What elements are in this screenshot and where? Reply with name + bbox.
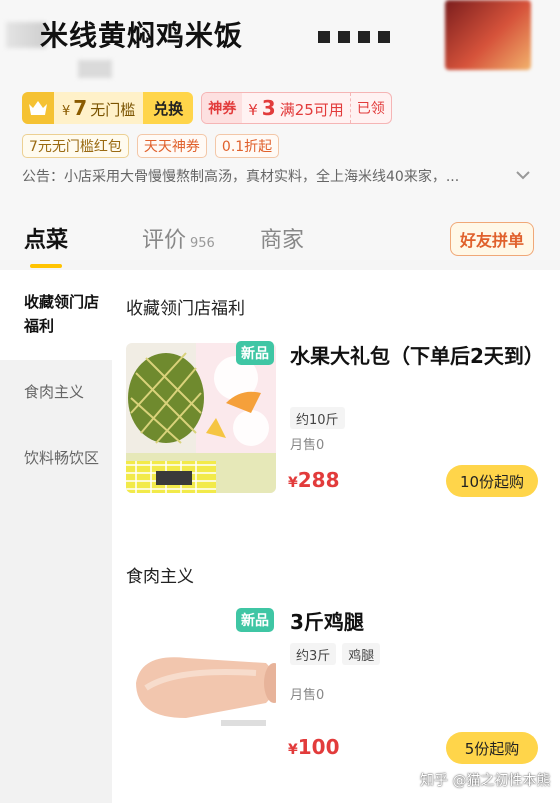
price-value: 100 [297, 735, 340, 759]
promo-tag[interactable]: 7元无门槛红包 [22, 134, 129, 158]
promo-tags: 7元无门槛红包 天天神券 0.1折起 [22, 134, 280, 158]
product-name[interactable]: 水果大礼包（下单后2天到） [290, 342, 544, 371]
product-specs: 约10斤 [290, 407, 345, 429]
sidebar-item-meat[interactable]: 食肉主义 [24, 380, 104, 404]
monthly-sales: 月售0 [290, 438, 325, 453]
product-name[interactable]: 3斤鸡腿 [290, 608, 540, 637]
promo-tag[interactable]: 天天神券 [136, 134, 207, 158]
tab-bar: 点菜 评价 956 商家 好友拼单 [0, 210, 560, 270]
vip-currency: ¥ [62, 104, 71, 119]
spec-tag: 鸡腿 [342, 643, 381, 665]
sidebar-item-drinks[interactable]: 饮料畅饮区 [24, 446, 104, 470]
product-specs: 约3斤 鸡腿 [290, 643, 381, 665]
coupon-row: ¥ 7 无门槛 兑换 神券 ¥ 3 满25可用 已领 [22, 92, 392, 124]
watermark: 知乎 @猫之初性本熊 [420, 773, 551, 789]
shenquan-currency: ¥ [248, 101, 258, 119]
tab-reviews[interactable]: 评价 956 [142, 222, 215, 254]
price-currency: ¥ [288, 742, 298, 758]
tab-reviews-label: 评价 [142, 228, 187, 253]
promo-tag[interactable]: 0.1折起 [214, 134, 280, 158]
sidebar-item-favorites[interactable]: 收藏领门店福利 [24, 290, 104, 338]
product-price: ¥ 100 [288, 735, 340, 759]
shenquan-coupon[interactable]: 神券 ¥ 3 满25可用 已领 [201, 92, 392, 124]
new-badge: 新品 [236, 608, 274, 632]
shenquan-tag: 神券 [202, 93, 243, 123]
section-title: 食肉主义 [126, 567, 194, 587]
group-order-button[interactable]: 好友拼单 [450, 222, 535, 256]
shenquan-value: ¥ 3 满25可用 [242, 96, 350, 120]
new-badge: 新品 [236, 341, 274, 365]
vip-label: 无门槛 [90, 101, 136, 119]
tab-order[interactable]: 点菜 [24, 222, 68, 254]
tab-merchant[interactable]: 商家 [260, 222, 304, 254]
vip-coupon-text: ¥ 7 无门槛 [54, 96, 143, 120]
price-currency: ¥ [288, 475, 298, 491]
store-avatar[interactable] [445, 0, 531, 70]
shenquan-amount: 3 [261, 96, 276, 120]
store-notice: 公告：小店采用大骨慢慢熬制高汤，真材实料，全上海米线40来家，... [22, 169, 460, 185]
reviews-count: 956 [190, 236, 215, 251]
tab-active-indicator [30, 264, 62, 268]
menu-content: 收藏领门店福利 新品 水果大礼包（下单后2天到） 约10斤 月售0 ¥ 288 … [112, 270, 560, 803]
shenquan-condition: 满25可用 [279, 101, 344, 119]
vip-amount: 7 [73, 96, 88, 120]
min-order-buy-button[interactable]: 10份起购 [446, 465, 538, 497]
redeem-button[interactable]: 兑换 [143, 92, 194, 124]
price-value: 288 [297, 468, 340, 492]
section-title: 收藏领门店福利 [126, 299, 245, 319]
store-title: 米线黄焖鸡米饭 [40, 19, 244, 52]
chevron-down-icon[interactable] [514, 166, 532, 184]
redacted-subtitle [78, 60, 112, 78]
product-price: ¥ 288 [288, 468, 340, 492]
monthly-sales: 月售0 [290, 688, 325, 703]
redacted-title-suffix [318, 28, 428, 48]
crown-icon [22, 92, 54, 124]
spec-tag: 约10斤 [290, 407, 345, 429]
vip-coupon[interactable]: ¥ 7 无门槛 兑换 [22, 92, 194, 124]
shenquan-status: 已领 [349, 93, 391, 123]
spec-tag: 约3斤 [290, 643, 337, 665]
category-sidebar: 收藏领门店福利 食肉主义 饮料畅饮区 [0, 270, 112, 803]
min-order-buy-button[interactable]: 5份起购 [446, 732, 538, 764]
product-image[interactable] [126, 343, 276, 493]
